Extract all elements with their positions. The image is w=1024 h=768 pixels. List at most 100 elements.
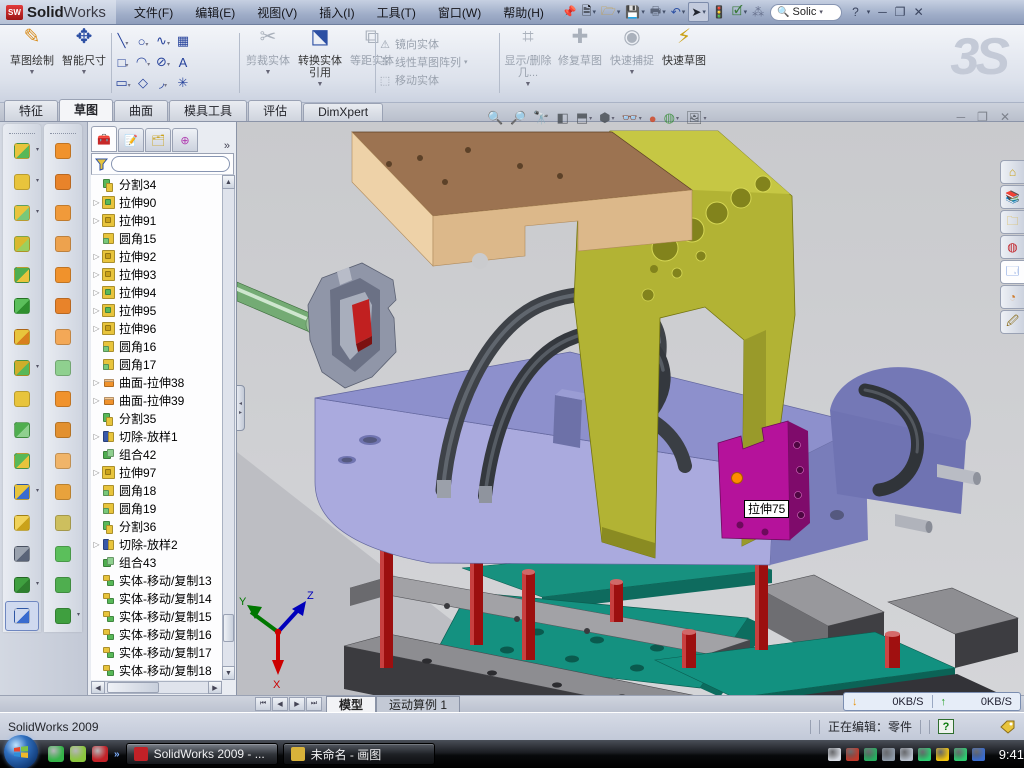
- expand-arrow-icon[interactable]: ▷: [91, 252, 102, 261]
- menu-6[interactable]: 帮助(H): [493, 1, 554, 24]
- planar-surface-icon[interactable]: [46, 322, 80, 352]
- doc-minimize-button[interactable]: ─: [957, 110, 966, 124]
- tree-item-实体-移动/复制14[interactable]: 实体-移动/复制14: [91, 589, 222, 607]
- tree-item-分割36[interactable]: 分割36: [91, 517, 222, 535]
- menu-3[interactable]: 插入(I): [309, 1, 364, 24]
- dropdown-caret-icon[interactable]: ▾: [36, 487, 39, 494]
- green-app-icon[interactable]: [70, 746, 86, 762]
- dropdown-caret-icon[interactable]: ▾: [147, 62, 150, 68]
- ribbon-tab-评估[interactable]: 评估: [248, 100, 302, 121]
- cm-button-智能尺寸[interactable]: ✥智能尺寸▼: [58, 29, 110, 95]
- split-icon[interactable]: [5, 446, 39, 476]
- warning-icon[interactable]: [936, 748, 949, 761]
- menu-5[interactable]: 窗口(W): [428, 1, 491, 24]
- tree-hscroll-thumb[interactable]: [107, 682, 159, 693]
- tree-item-分割35[interactable]: 分割35: [91, 409, 222, 427]
- security-alert-icon[interactable]: [846, 748, 859, 761]
- tree-item-圆角18[interactable]: 圆角18: [91, 481, 222, 499]
- sketch-entity-icon-2-1[interactable]: ◇: [134, 75, 152, 91]
- dropdown-caret-icon[interactable]: ▼: [29, 67, 36, 79]
- help-button[interactable]: ?: [852, 5, 859, 19]
- tree-item-实体-移动/复制17[interactable]: 实体-移动/复制17: [91, 643, 222, 661]
- update-badge-icon[interactable]: [882, 748, 895, 761]
- filled-surface-icon[interactable]: [46, 291, 80, 321]
- rib-icon[interactable]: [5, 229, 39, 259]
- tree-item-实体-移动/复制13[interactable]: 实体-移动/复制13: [91, 571, 222, 589]
- print-icon[interactable]: 🖶▾: [648, 2, 668, 22]
- volume-icon[interactable]: [900, 748, 913, 761]
- dropdown-caret-icon[interactable]: ▾: [36, 363, 39, 370]
- expand-arrow-icon[interactable]: ▷: [91, 396, 102, 405]
- ribbon-tab-DimXpert[interactable]: DimXpert: [303, 103, 383, 121]
- view-orientation-icon[interactable]: ⬒▾: [576, 110, 592, 126]
- tree-item-组合43[interactable]: 组合43: [91, 553, 222, 571]
- tree-filter-input[interactable]: [111, 156, 230, 172]
- curve-icon[interactable]: ▾: [5, 570, 39, 600]
- propertymanager-tab[interactable]: 📝: [118, 128, 144, 152]
- dropdown-caret-icon[interactable]: ▾: [641, 8, 645, 16]
- quick-launch-overflow-icon[interactable]: »: [114, 749, 120, 760]
- doc-tab-运动算例 1[interactable]: 运动算例 1: [376, 696, 460, 712]
- tree-item-切除-放样2[interactable]: ▷切除-放样2: [91, 535, 222, 553]
- close-button[interactable]: ✕: [914, 5, 924, 19]
- zoom-to-fit-icon[interactable]: 🔍: [487, 110, 503, 126]
- hide-show-items-icon[interactable]: 👓▾: [622, 110, 642, 126]
- save-icon[interactable]: 💾▾: [623, 2, 646, 22]
- dropdown-caret-icon[interactable]: ▾: [125, 63, 128, 69]
- options-icon[interactable]: 🗹▾: [730, 2, 749, 22]
- dropdown-caret-icon[interactable]: ▾: [744, 8, 748, 16]
- sketch-entity-icon-0-3[interactable]: ▦: [174, 33, 192, 49]
- sketch-entity-icon-2-3[interactable]: ✳: [174, 75, 192, 91]
- custom-properties-tab[interactable]: 🖉: [1000, 310, 1024, 334]
- extend-surface-icon[interactable]: [46, 415, 80, 445]
- dropdown-caret-icon[interactable]: ▾: [702, 8, 706, 16]
- rebuild-traffic-light-icon[interactable]: 🚦: [710, 2, 729, 22]
- mirror-icon[interactable]: [5, 384, 39, 414]
- dropdown-caret-icon[interactable]: ▾: [593, 8, 597, 16]
- reference-axis-icon[interactable]: [5, 539, 39, 569]
- combine-icon[interactable]: [5, 415, 39, 445]
- sketch-entity-icon-0-0[interactable]: ╲▾: [114, 33, 132, 49]
- tree-item-圆角19[interactable]: 圆角19: [91, 499, 222, 517]
- dropdown-caret-icon[interactable]: ▾: [125, 41, 128, 47]
- start-button[interactable]: [4, 735, 38, 768]
- shell-icon[interactable]: [5, 260, 39, 290]
- toolbar-grip[interactable]: [50, 126, 76, 134]
- dropdown-caret-icon[interactable]: ▼: [317, 79, 324, 91]
- ribbon-tab-模具工具[interactable]: 模具工具: [169, 100, 247, 121]
- tree-item-拉伸92[interactable]: ▷拉伸92: [91, 247, 222, 265]
- tree-item-实体-移动/复制16[interactable]: 实体-移动/复制16: [91, 625, 222, 643]
- view-palette-tab[interactable]: 🗔: [1000, 260, 1024, 284]
- doc-nav-button-2[interactable]: ▶: [289, 697, 305, 711]
- apply-scene-icon[interactable]: ◍▾: [664, 110, 679, 126]
- sketch-entity-icon-0-2[interactable]: ∿▾: [154, 33, 172, 49]
- messenger-icon[interactable]: [48, 746, 64, 762]
- expand-arrow-icon[interactable]: ▷: [91, 378, 102, 387]
- expand-arrow-icon[interactable]: ▷: [91, 324, 102, 333]
- parting-line-icon[interactable]: [46, 477, 80, 507]
- tree-item-曲面-拉伸38[interactable]: ▷曲面-拉伸38: [91, 373, 222, 391]
- dropdown-caret-icon[interactable]: ▾: [703, 115, 706, 122]
- reference-plane-icon[interactable]: [5, 508, 39, 538]
- sketch-entity-icon-2-0[interactable]: ▭▾: [114, 75, 132, 91]
- dropdown-caret-icon[interactable]: ▾: [36, 208, 39, 215]
- antivirus-shield-icon[interactable]: [954, 748, 967, 761]
- tree-item-组合42[interactable]: 组合42: [91, 445, 222, 463]
- dimxpertmanager-tab[interactable]: ⊕: [172, 128, 198, 152]
- dropdown-caret-icon[interactable]: ▼: [81, 67, 88, 79]
- dropdown-caret-icon[interactable]: ▾: [164, 83, 167, 89]
- core-icon[interactable]: ▾: [46, 601, 80, 631]
- part-slide-block[interactable]: [718, 421, 810, 540]
- parting-surface-icon[interactable]: [46, 508, 80, 538]
- sketch-entity-icon-1-1[interactable]: ◠▾: [134, 54, 152, 70]
- tree-item-圆角17[interactable]: 圆角17: [91, 355, 222, 373]
- open-icon[interactable]: 🗁▾: [599, 2, 622, 22]
- expand-arrow-icon[interactable]: ▷: [91, 216, 102, 225]
- linear-pattern-icon[interactable]: ▾: [5, 353, 39, 383]
- dropdown-caret-icon[interactable]: ▾: [167, 41, 170, 47]
- new-document-icon[interactable]: 🗎▾: [580, 2, 598, 22]
- tree-scroll-right-button[interactable]: ▶: [208, 681, 222, 694]
- restore-button[interactable]: ❐: [895, 5, 906, 19]
- expand-arrow-icon[interactable]: ▷: [91, 540, 102, 549]
- hole-wizard-icon[interactable]: [5, 322, 39, 352]
